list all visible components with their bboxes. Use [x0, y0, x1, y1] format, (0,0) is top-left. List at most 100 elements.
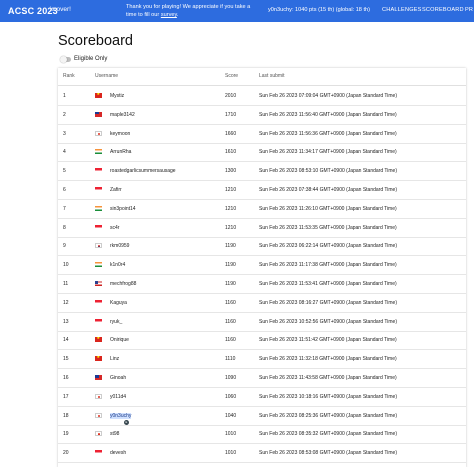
survey-message-line-1: Thank you for playing! We appreciate if …	[126, 4, 251, 10]
score-cell: 1010	[225, 450, 237, 457]
score-cell: 1190	[225, 281, 236, 287]
scoreboard-table: Rank Username Score Last submit 1 Mystiz 2…	[58, 68, 466, 467]
username-link[interactable]: sc4r	[110, 225, 119, 231]
username-link[interactable]: y011d4	[110, 394, 126, 400]
username-link[interactable]: st98	[110, 431, 119, 437]
country-flag-icon	[95, 337, 102, 343]
last-submit-cell: Sun Feb 26 2023 07:09:04 GMT+0900 (Japan…	[259, 93, 398, 99]
eligible-only-label[interactable]: Eligible Only	[74, 56, 107, 62]
last-submit-cell: Sun Feb 26 2023 11:53:41 GMT+0900 (Japan…	[259, 281, 397, 287]
country-flag-icon	[95, 281, 102, 286]
username-link[interactable]: rkm0959	[110, 243, 129, 249]
table-row: 13 ryuk_ 1160 Sun Feb 26 2023 10:52:56 GMT+…	[58, 313, 466, 332]
country-flag-icon	[95, 356, 102, 362]
table-row: 17 y011d4 1060 Sun Feb 26 2023 10:18:16 GMT…	[58, 388, 466, 407]
table-row: 18 y0n3uchy 1040 Sun Feb 26 2023 08:25:36 G…	[58, 407, 466, 426]
score-cell: 1210	[225, 224, 237, 231]
country-flag-icon	[95, 318, 102, 324]
last-submit-cell: Sun Feb 26 2023 07:38:44 GMT+0900 (Japan…	[259, 187, 398, 193]
last-submit-cell: Sun Feb 26 2023 10:18:16 GMT+0900 (Japan…	[259, 393, 398, 400]
top-bar: ACSC 2023 is over! Thank you for playing…	[0, 0, 474, 22]
last-submit-cell: Sun Feb 26 2023 11:56:40 GMT+0900 (Japan…	[259, 111, 397, 118]
rank-cell: 2	[63, 111, 66, 118]
username-link[interactable]: roastedgarlicsummersausage	[110, 168, 176, 174]
username-link[interactable]: maple3142	[110, 112, 135, 118]
table-row: 2 maple3142 1710 Sun Feb 26 2023 11:56:40 G…	[58, 106, 466, 125]
table-row: 9 rkm0959 1190 Sun Feb 26 2023 06:22:14 GMT…	[58, 237, 466, 257]
table-row: 7 sin3point14 1210 Sun Feb 26 2023 11:26:10…	[58, 200, 466, 219]
last-submit-cell: Sun Feb 26 2023 11:43:58 GMT+0900 (Japan…	[259, 375, 397, 381]
table-row: 11 mechfrog88 1190 Sun Feb 26 2023 11:53:41…	[58, 275, 466, 294]
score-cell: 1300	[225, 168, 237, 175]
table-row: 10 k1n0r4 1190 Sun Feb 26 2023 11:17:38 GMT…	[58, 256, 466, 276]
country-flag-icon	[95, 111, 102, 117]
survey-message: Thank you for playing! We appreciate if …	[126, 3, 258, 19]
rank-cell: 14	[63, 337, 69, 344]
score-cell: 1210	[225, 205, 237, 212]
eligible-only-switch[interactable]	[60, 55, 71, 63]
last-submit-cell: Sun Feb 26 2023 08:53:10 GMT+0900 (Japan…	[259, 168, 398, 175]
country-flag-icon	[95, 130, 102, 136]
country-flag-icon	[95, 262, 102, 268]
nav-challenges[interactable]: CHALLENGES	[382, 7, 422, 13]
switch-knob[interactable]	[60, 55, 67, 63]
rank-cell: 4	[63, 149, 66, 156]
table-row: 14 Onirique 1160 Sun Feb 26 2023 11:51:42 G…	[58, 331, 466, 351]
last-submit-cell: Sun Feb 26 2023 08:25:36 GMT+0900 (Japan…	[259, 412, 398, 419]
country-flag-icon	[95, 243, 102, 249]
country-flag-icon	[95, 224, 102, 230]
username-link[interactable]: Onirique	[110, 337, 129, 343]
rank-cell: 1	[63, 93, 66, 99]
survey-link[interactable]: survey	[161, 12, 177, 18]
rank-cell: 7	[63, 205, 66, 212]
username-link[interactable]: Ginoah	[110, 375, 126, 381]
country-flag-icon	[95, 450, 102, 456]
username-link[interactable]: sin3point14	[110, 206, 136, 212]
rank-cell: 11	[63, 281, 69, 287]
username-link[interactable]: devesh	[110, 450, 126, 456]
last-submit-cell: Sun Feb 26 2023 08:35:32 GMT+0900 (Japan…	[259, 431, 398, 438]
table-row: 6 Zafirr 1210 Sun Feb 26 2023 07:38:44 GMT+…	[58, 181, 466, 200]
rank-cell: 16	[63, 375, 69, 381]
table-row: 19 st98 1010 Sun Feb 26 2023 08:35:32 GMT+0…	[58, 425, 466, 445]
nav-scoreboard[interactable]: SCOREBOARD	[422, 7, 464, 13]
username-link[interactable]: ArrunRha	[110, 149, 131, 155]
username-link[interactable]: keymoon	[110, 131, 130, 137]
rank-cell: 12	[63, 299, 69, 306]
rank-cell: 3	[63, 130, 66, 137]
username-link[interactable]: y0n3uchy	[110, 412, 132, 419]
score-cell: 1190	[225, 243, 236, 250]
username-link[interactable]: Mystiz	[110, 93, 124, 99]
table-row: 12 Kaguya 1160 Sun Feb 26 2023 08:16:27 GMT…	[58, 294, 466, 313]
rank-cell: 10	[63, 262, 69, 269]
score-cell: 1010	[225, 431, 237, 438]
country-flag-icon	[95, 375, 102, 380]
username-link[interactable]: ryuk_	[110, 319, 122, 325]
survey-message-line-2: time to fill our	[126, 12, 160, 18]
username-link[interactable]: Kaguya	[110, 300, 127, 306]
country-flag-icon	[95, 299, 102, 305]
last-submit-cell: Sun Feb 26 2023 11:53:35 GMT+0900 (Japan…	[259, 224, 397, 231]
survey-suffix: .	[176, 12, 179, 18]
username-link[interactable]: Linz	[110, 356, 119, 362]
table-row: 15 Linz 1110 Sun Feb 26 2023 11:32:18 GMT+0…	[58, 350, 466, 370]
country-flag-icon	[95, 149, 102, 155]
score-cell: 1190	[225, 262, 236, 269]
username-link[interactable]: k1n0r4	[110, 262, 125, 268]
username-link[interactable]: mechfrog88	[110, 281, 136, 287]
rank-cell: 6	[63, 187, 66, 193]
last-submit-cell: Sun Feb 26 2023 08:16:27 GMT+0900 (Japan…	[259, 299, 398, 306]
country-flag-icon	[95, 205, 102, 211]
table-row: 8 sc4r 1210 Sun Feb 26 2023 11:53:35 GMT+09…	[58, 219, 466, 238]
table-row: 16 Ginoah 1090 Sun Feb 26 2023 11:43:58 GMT…	[58, 369, 466, 388]
page-title: Scoreboard	[58, 33, 133, 49]
country-flag-icon	[95, 431, 102, 437]
score-cell: 1710	[225, 111, 237, 118]
last-submit-cell: Sun Feb 26 2023 06:22:14 GMT+0900 (Japan…	[259, 243, 398, 250]
last-submit-cell: Sun Feb 26 2023 08:53:08 GMT+0900 (Japan…	[259, 450, 398, 457]
username-link[interactable]: Zafirr	[110, 187, 122, 193]
score-cell: 1110	[225, 356, 236, 363]
score-cell: 1160	[225, 318, 236, 325]
nav-profile[interactable]: PR	[465, 7, 473, 13]
score-cell: 1060	[225, 393, 237, 400]
